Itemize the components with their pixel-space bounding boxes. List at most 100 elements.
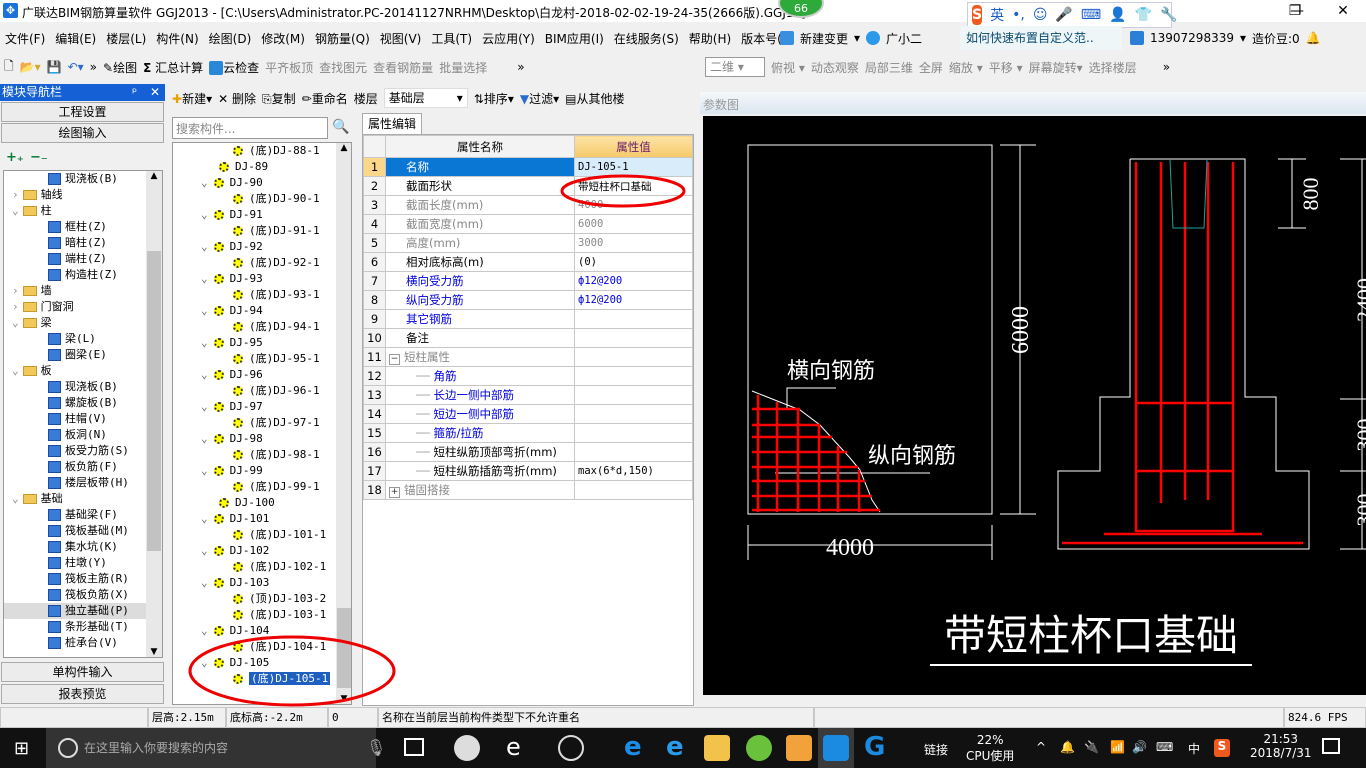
taskbar-search[interactable]: 在这里输入你要搜索的内容 [46, 728, 376, 768]
scroll-up-icon[interactable]: ▲ [146, 171, 162, 181]
property-value[interactable]: 6000 [574, 214, 693, 234]
component-tree-item[interactable]: (底)DJ-90-1 [173, 191, 351, 207]
volume-icon[interactable]: 🔊 [1132, 740, 1147, 754]
nav-tree-item[interactable]: 楼层板带(H) [4, 475, 162, 491]
chevron-down-icon[interactable]: ⌄ [201, 400, 208, 413]
nav-tree-item[interactable]: 现浇板(B) [4, 171, 162, 187]
link-toolbar[interactable]: 链接 [924, 741, 948, 758]
project-settings-button[interactable]: 工程设置 [1, 102, 164, 122]
property-value[interactable]: ф12@200 [574, 290, 693, 310]
local-3d-button[interactable]: 局部三维 [865, 59, 913, 76]
property-value[interactable]: (0) [574, 252, 693, 272]
fan-app-icon[interactable] [454, 735, 480, 761]
green-app-icon[interactable] [746, 735, 772, 761]
nav-tree-item[interactable]: › 轴线 [4, 187, 162, 203]
maximize-button[interactable]: ❐ [1272, 0, 1318, 22]
component-tree-item[interactable]: (顶)DJ-103-2 [173, 591, 351, 607]
windows-start-icon[interactable]: ⊞ [14, 738, 29, 759]
nav-tree-item[interactable]: 端柱(Z) [4, 251, 162, 267]
nav-tree-item[interactable]: ⌄ 梁 [4, 315, 162, 331]
property-row[interactable]: 5 高度(mm) 3000 [363, 233, 693, 253]
component-tree-item[interactable]: ⌄ DJ-98 [173, 431, 351, 447]
property-value[interactable] [574, 328, 693, 348]
notification-bell-icon[interactable]: 🔔 [1060, 740, 1075, 754]
emoji-icon[interactable]: ☺ [1033, 7, 1048, 23]
nav-tree-item[interactable]: ⌄ 板 [4, 363, 162, 379]
chevron-down-icon[interactable]: ⌄ [201, 576, 208, 589]
component-tree-item[interactable]: ⌄ DJ-105 [173, 655, 351, 671]
filter-button[interactable]: ▼过滤▾ [520, 90, 559, 107]
action-center-icon[interactable] [1322, 738, 1340, 754]
pan-button[interactable]: 平移 ▾ [989, 59, 1023, 76]
chevron-down-icon[interactable]: ⌄ [201, 208, 208, 221]
expand-icon[interactable]: + [389, 487, 400, 498]
property-value[interactable] [574, 347, 693, 367]
chevron-down-icon[interactable]: ⌄ [201, 272, 208, 285]
account-dropdown-icon[interactable]: ▾ [1240, 31, 1246, 45]
view-mode-select[interactable]: 二维 ▾ [705, 57, 765, 77]
property-row[interactable]: 10 备注 [363, 328, 693, 348]
property-row[interactable]: 1 名称 DJ-105-1 [363, 157, 693, 177]
component-tree-item[interactable]: (底)DJ-95-1 [173, 351, 351, 367]
nav-tree-item[interactable]: 柱帽(V) [4, 411, 162, 427]
nav-tree-item[interactable]: 条形基础(T) [4, 619, 162, 635]
wifi-icon[interactable]: 📶 [1110, 740, 1125, 754]
chevron-right-icon[interactable]: › [12, 284, 19, 297]
property-row[interactable]: 18 + 锚固搭接 [363, 480, 693, 500]
app-notify-icon[interactable] [558, 735, 584, 761]
component-tree-item[interactable]: (底)DJ-105-1 [173, 671, 351, 687]
property-value[interactable]: DJ-105-1 [574, 157, 693, 177]
copy-button[interactable]: ⎘复制 [262, 90, 296, 107]
property-value[interactable] [574, 480, 693, 500]
edge-new-icon[interactable]: e [624, 732, 642, 762]
mic-icon[interactable]: 🎙 [366, 738, 386, 757]
save-icon[interactable]: 💾 [47, 60, 62, 74]
component-tree-item[interactable]: (底)DJ-102-1 [173, 559, 351, 575]
chevron-down-icon[interactable]: ⌄ [12, 492, 19, 505]
pin-icon[interactable]: ᵖ [132, 84, 137, 101]
component-tree-item[interactable]: ⌄ DJ-97 [173, 399, 351, 415]
nav-tree-item[interactable]: 桩承台(V) [4, 635, 162, 651]
property-row[interactable]: 9 其它钢筋 [363, 309, 693, 329]
chevron-down-icon[interactable]: ⌄ [201, 336, 208, 349]
nav-tree-item[interactable]: 构造柱(Z) [4, 267, 162, 283]
component-tree-item[interactable]: ⌄ DJ-91 [173, 207, 351, 223]
property-row[interactable]: 15 ── 箍筋/拉筋 [363, 423, 693, 443]
chevron-down-icon[interactable]: ⌄ [201, 624, 208, 637]
nav-tree-item[interactable]: › 门窗洞 [4, 299, 162, 315]
copy-from-button[interactable]: ▤从其他楼 [565, 90, 624, 107]
nav-tree-item[interactable]: 筏板负筋(X) [4, 587, 162, 603]
component-tree-item[interactable]: (底)DJ-98-1 [173, 447, 351, 463]
property-row[interactable]: 11 − 短柱属性 [363, 347, 693, 367]
chevron-down-icon[interactable]: ⌄ [12, 204, 19, 217]
property-row[interactable]: 2 截面形状 带短柱杯口基础 [363, 176, 693, 196]
edge-icon[interactable]: e [506, 733, 521, 761]
property-value[interactable] [574, 385, 693, 405]
nav-tree-item[interactable]: 螺旋板(B) [4, 395, 162, 411]
component-tree-item[interactable]: DJ-100 [173, 495, 351, 511]
scroll-down-icon[interactable]: ▼ [336, 694, 351, 704]
ie-icon[interactable]: e [666, 732, 684, 762]
chevron-right-icon[interactable]: › [12, 188, 19, 201]
cortana-icon[interactable] [58, 738, 78, 758]
component-tree-item[interactable]: ⌄ DJ-93 [173, 271, 351, 287]
property-row[interactable]: 17 ── 短柱纵筋插筋弯折(mm) max(6*d,150) [363, 461, 693, 481]
new-change-button[interactable]: 新建变更 [800, 30, 848, 47]
ime-toolbar[interactable]: S 英 •, ☺ 🎤 ⌨ 👤 👕 🔧 [967, 2, 1177, 28]
rename-button[interactable]: ✏重命名 [302, 90, 348, 107]
menu-bim[interactable]: BIM应用(I) [540, 30, 609, 47]
component-tree-item[interactable]: (底)DJ-94-1 [173, 319, 351, 335]
dynamic-view-button[interactable]: 动态观察 [811, 59, 859, 76]
nav-tree-item[interactable]: 梁(L) [4, 331, 162, 347]
nav-tree-item[interactable]: ⌄ 基础 [4, 491, 162, 507]
select-floor-button[interactable]: 选择楼层 [1089, 59, 1137, 76]
collapse-all-icon[interactable]: −₋ [30, 150, 48, 165]
search-input[interactable]: 搜索构件... [172, 117, 328, 139]
nav-tree-item[interactable]: 基础梁(F) [4, 507, 162, 523]
dropdown-icon[interactable]: ▾ [854, 31, 860, 45]
nav-tree-item[interactable]: 框柱(Z) [4, 219, 162, 235]
scroll-thumb[interactable] [337, 608, 351, 688]
property-value[interactable]: ф12@200 [574, 271, 693, 291]
property-row[interactable]: 6 相对底标高(m) (0) [363, 252, 693, 272]
property-value[interactable]: max(6*d,150) [574, 461, 693, 481]
